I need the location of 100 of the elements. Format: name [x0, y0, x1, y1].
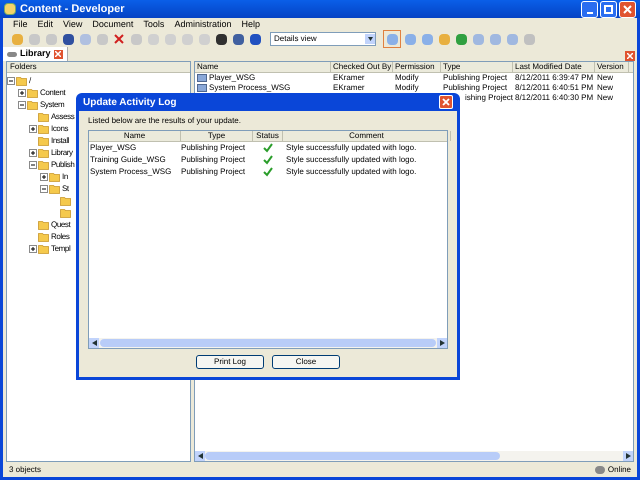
close-button[interactable]: [619, 0, 636, 18]
folder-label[interactable]: Publish: [51, 161, 74, 169]
plus-icon: [19, 90, 25, 96]
expand-toggle[interactable]: [18, 89, 26, 97]
expand-toggle[interactable]: [29, 125, 37, 133]
close-button[interactable]: [439, 95, 453, 109]
expand-toggle[interactable]: [40, 173, 48, 181]
dialog-title: Update Activity Log: [83, 96, 177, 110]
table-cell: Style successfully updated with logo.: [286, 167, 416, 176]
collapse-toggle[interactable]: [40, 185, 48, 193]
folder-icon: [49, 172, 60, 182]
dialog-button[interactable]: Close: [272, 355, 340, 369]
dialog-button[interactable]: Print Log: [196, 355, 264, 369]
view-select[interactable]: Details view: [270, 32, 376, 46]
minus-icon: [30, 162, 36, 168]
folder-icon: [27, 100, 38, 110]
scroll-right-icon[interactable]: [623, 451, 633, 461]
table-cell: Publishing Project: [443, 73, 508, 83]
table-cell: Publishing Project: [443, 83, 508, 93]
library-tab[interactable]: Library: [3, 47, 68, 61]
folder-icon: [60, 196, 71, 206]
collapse-toggle[interactable]: [7, 77, 15, 85]
table-cell: Training Guide_WSG: [90, 155, 166, 164]
minimize-button[interactable]: [581, 0, 598, 18]
table-cell: EKramer: [333, 73, 365, 83]
table-cell: Publishing Project: [181, 167, 246, 176]
horizontal-scrollbar[interactable]: [195, 451, 633, 461]
table-cell: ishing Project: [465, 93, 514, 103]
column-header[interactable]: Name: [89, 131, 181, 141]
table-cell: Publishing Project: [181, 143, 246, 152]
collapse-toggle[interactable]: [29, 161, 37, 169]
column-header[interactable]: Permission: [393, 62, 441, 72]
table-cell: 8/12/2011 6:40:30 PM: [515, 93, 594, 103]
dropdown-arrow-icon[interactable]: [365, 34, 375, 44]
plus-icon: [41, 174, 47, 180]
folder-label[interactable]: /: [29, 77, 31, 85]
column-header[interactable]: Comment: [283, 131, 451, 141]
table-cell: Style successfully updated with logo.: [286, 143, 416, 152]
table-cell: Modify: [395, 83, 419, 93]
table-cell: 8/12/2011 6:40:51 PM: [515, 83, 594, 93]
minus-icon: [8, 78, 14, 84]
table-cell: Player_WSG: [209, 73, 256, 83]
table-cell: EKramer: [333, 83, 365, 93]
folder-label[interactable]: Install: [51, 137, 70, 145]
menu-item[interactable]: Tools: [143, 18, 164, 32]
close-icon[interactable]: [54, 50, 63, 58]
folder-label[interactable]: Content: [40, 89, 66, 97]
menu-item[interactable]: View: [63, 18, 82, 32]
menu-item[interactable]: Edit: [38, 18, 54, 32]
menu-item[interactable]: Administration: [174, 18, 232, 32]
folder-label[interactable]: Templ: [51, 245, 70, 253]
close-icon: [623, 4, 632, 14]
minus-icon: [41, 186, 47, 192]
close-icon[interactable]: [625, 51, 635, 61]
expand-toggle[interactable]: [29, 245, 37, 253]
column-header[interactable]: Type: [181, 131, 253, 141]
expand-toggle[interactable]: [29, 149, 37, 157]
column-header[interactable]: Checked Out By: [331, 62, 393, 72]
column-header[interactable]: Status: [253, 131, 283, 141]
column-header: Folders: [7, 62, 190, 73]
table-cell: 8/12/2011 6:39:47 PM: [515, 73, 594, 83]
folder-label[interactable]: Library: [51, 149, 73, 157]
table-cell: Player_WSG: [90, 143, 136, 152]
folder-icon: [38, 244, 49, 254]
column-header[interactable]: Last Modified Date: [513, 62, 595, 72]
column-header[interactable]: Version: [595, 62, 629, 72]
maximize-icon: [604, 4, 613, 14]
folder-label[interactable]: Roles: [51, 233, 70, 241]
scroll-left-icon[interactable]: [195, 451, 205, 461]
close-icon: [442, 98, 450, 106]
folder-label[interactable]: System: [40, 101, 64, 109]
folder-label[interactable]: Quest: [51, 221, 70, 229]
column-header[interactable]: Type: [441, 62, 513, 72]
scroll-right-icon[interactable]: [437, 338, 447, 348]
folder-icon: [38, 160, 49, 170]
folder-label[interactable]: St: [62, 185, 69, 193]
minimize-icon: [586, 12, 592, 14]
scroll-left-icon[interactable]: [89, 338, 99, 348]
folder-icon: [38, 220, 49, 230]
table-cell: New: [597, 73, 614, 83]
menu-item[interactable]: Help: [241, 18, 260, 32]
plus-icon: [30, 150, 36, 156]
folder-label[interactable]: Assess: [51, 113, 74, 121]
minus-icon: [19, 102, 25, 108]
menu-item[interactable]: Document: [92, 18, 134, 32]
column-header[interactable]: Name: [195, 62, 331, 72]
table-cell: Style successfully updated with logo.: [286, 155, 416, 164]
table-cell: Modify: [395, 73, 419, 83]
app-icon: [4, 3, 16, 15]
plus-icon: [30, 246, 36, 252]
horizontal-scrollbar[interactable]: [89, 338, 447, 348]
folder-label[interactable]: Icons: [51, 125, 68, 133]
table-cell: Publishing Project: [181, 155, 246, 164]
table-cell: New: [597, 93, 614, 103]
menu-item[interactable]: File: [13, 18, 28, 32]
folder-label[interactable]: In: [62, 173, 68, 181]
maximize-button[interactable]: [600, 0, 617, 18]
folder-icon: [38, 136, 49, 146]
folder-icon: [38, 232, 49, 242]
collapse-toggle[interactable]: [18, 101, 26, 109]
